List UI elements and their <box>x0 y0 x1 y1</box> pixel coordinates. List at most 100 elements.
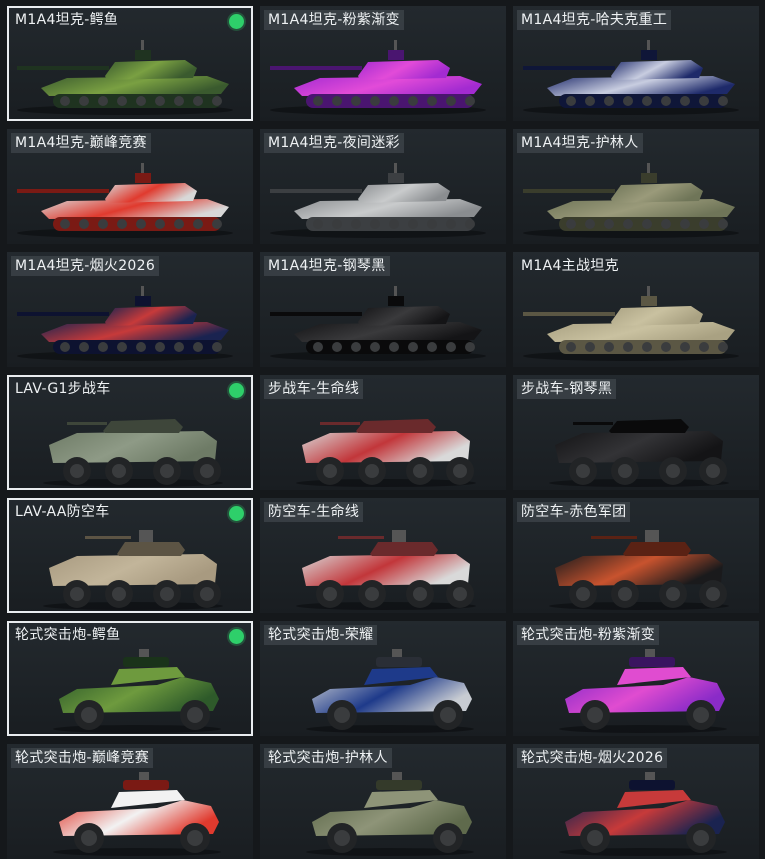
tank-turret <box>105 183 197 203</box>
antenna <box>647 40 650 50</box>
skin-card-9[interactable]: LAV-G1步战车 <box>7 375 253 490</box>
road-wheel <box>193 342 203 352</box>
skin-card-11[interactable]: 步战车-钢琴黑 <box>513 375 759 490</box>
wheel-hub <box>334 830 350 846</box>
road-wheel <box>117 342 127 352</box>
road-wheel <box>661 219 671 229</box>
road-wheel <box>370 219 380 229</box>
skin-card-4[interactable]: M1A4坦克-夜间迷彩 <box>260 129 506 244</box>
skin-card-7[interactable]: M1A4坦克-钢琴黑 <box>260 252 506 367</box>
apc-cannon <box>67 422 107 425</box>
aa-turret <box>623 542 691 556</box>
skin-name: 轮式突击炮-护林人 <box>264 748 392 768</box>
skin-card-1[interactable]: M1A4坦克-粉紫渐变 <box>260 6 506 121</box>
road-wheel <box>389 219 399 229</box>
road-wheel <box>661 342 671 352</box>
wheel-hub <box>587 830 603 846</box>
vehicle-image <box>523 40 739 115</box>
road-wheel <box>136 219 146 229</box>
road-wheel <box>427 342 437 352</box>
apc-turret <box>356 419 436 433</box>
skin-card-15[interactable]: 轮式突击炮-鳄鱼 <box>7 621 253 736</box>
skin-card-12[interactable]: LAV-AA防空车 <box>7 498 253 613</box>
skin-name: 轮式突击炮-荣耀 <box>264 625 378 645</box>
vehicle-image <box>53 772 221 856</box>
aa-gun <box>85 536 131 539</box>
road-wheel <box>465 219 475 229</box>
car-turret <box>376 657 422 667</box>
vehicle-image <box>523 163 739 238</box>
road-wheel <box>155 96 165 106</box>
equipped-indicator-icon <box>229 506 244 521</box>
wheel-hub <box>112 464 126 478</box>
skin-card-5[interactable]: M1A4坦克-护林人 <box>513 129 759 244</box>
road-wheel <box>174 96 184 106</box>
skin-card-16[interactable]: 轮式突击炮-荣耀 <box>260 621 506 736</box>
turret-sight <box>388 173 404 183</box>
car-turret <box>629 657 675 667</box>
tank-barrel <box>17 189 109 193</box>
wheel-hub <box>200 587 214 601</box>
road-wheel <box>718 342 728 352</box>
wheel-hub <box>440 707 456 723</box>
road-wheel <box>465 342 475 352</box>
skin-card-20[interactable]: 轮式突击炮-烟火2026 <box>513 744 759 859</box>
tank-barrel <box>17 66 109 70</box>
tank-turret <box>611 183 703 203</box>
wheel-hub <box>187 707 203 723</box>
skin-name: LAV-G1步战车 <box>15 381 111 397</box>
road-wheel <box>680 342 690 352</box>
tank-turret <box>611 60 703 80</box>
skin-card-2[interactable]: M1A4坦克-哈夫克重工 <box>513 6 759 121</box>
road-wheel <box>370 96 380 106</box>
road-wheel <box>212 96 222 106</box>
wheel-hub <box>160 464 174 478</box>
skin-card-19[interactable]: 轮式突击炮-护林人 <box>260 744 506 859</box>
wheel-hub <box>160 587 174 601</box>
vehicle-image <box>53 649 221 733</box>
wheel-hub <box>706 464 720 478</box>
road-wheel <box>155 342 165 352</box>
road-wheel <box>332 96 342 106</box>
skin-card-17[interactable]: 轮式突击炮-粉紫渐变 <box>513 621 759 736</box>
antenna <box>141 40 144 50</box>
road-wheel <box>585 96 595 106</box>
road-wheel <box>98 96 108 106</box>
road-wheel <box>566 219 576 229</box>
vehicle-image <box>17 163 233 238</box>
wheel-hub <box>323 587 337 601</box>
road-wheel <box>332 342 342 352</box>
road-wheel <box>699 219 709 229</box>
wheel-hub <box>81 830 97 846</box>
road-wheel <box>661 96 671 106</box>
road-wheel <box>389 96 399 106</box>
tank-turret <box>611 306 703 326</box>
wheel-hub <box>70 587 84 601</box>
skin-card-18[interactable]: 轮式突击炮-巅峰竞赛 <box>7 744 253 859</box>
skin-card-14[interactable]: 防空车-赤色军团 <box>513 498 759 613</box>
skin-card-3[interactable]: M1A4坦克-巅峰竞赛 <box>7 129 253 244</box>
skin-card-10[interactable]: 步战车-生命线 <box>260 375 506 490</box>
antenna <box>141 163 144 173</box>
apc-cannon <box>320 422 360 425</box>
road-wheel <box>117 219 127 229</box>
vehicle-image <box>17 40 233 115</box>
radar <box>392 530 406 542</box>
skin-card-8[interactable]: M1A4主战坦克 <box>513 252 759 367</box>
aa-gun <box>338 536 384 539</box>
skin-name: 防空车-赤色军团 <box>517 502 631 522</box>
wheel-hub <box>81 707 97 723</box>
skin-card-0[interactable]: M1A4坦克-鳄鱼 <box>7 6 253 121</box>
skin-name: M1A4坦克-烟火2026 <box>11 256 160 276</box>
skin-name: LAV-AA防空车 <box>15 504 110 520</box>
car-gun-mount <box>392 772 402 780</box>
car-gun-mount <box>645 649 655 657</box>
skin-name: 轮式突击炮-巅峰竞赛 <box>11 748 154 768</box>
skin-card-6[interactable]: M1A4坦克-烟火2026 <box>7 252 253 367</box>
skin-card-13[interactable]: 防空车-生命线 <box>260 498 506 613</box>
vehicle-image <box>270 40 486 115</box>
vehicle-image <box>523 286 739 361</box>
wheel-hub <box>365 587 379 601</box>
skin-name: 轮式突击炮-烟火2026 <box>517 748 668 768</box>
road-wheel <box>642 96 652 106</box>
